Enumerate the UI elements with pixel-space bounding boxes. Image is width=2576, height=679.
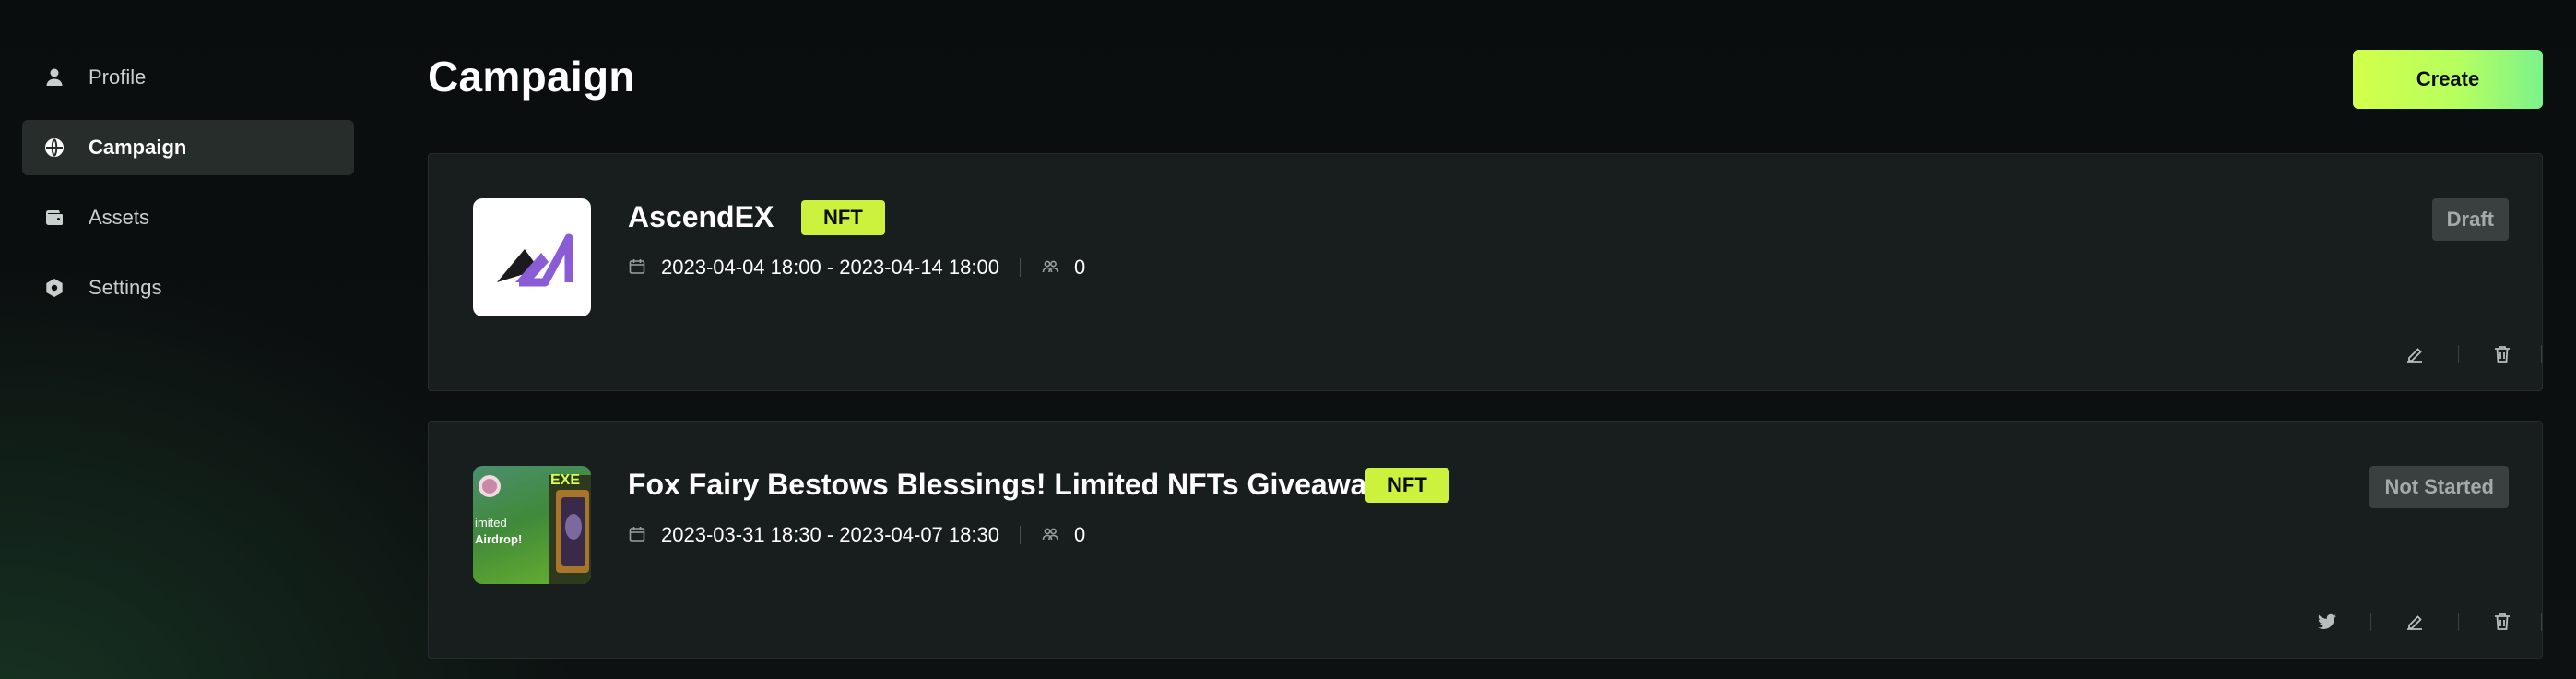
calendar-icon	[628, 525, 648, 545]
sidebar-item-label: Settings	[89, 276, 162, 299]
campaign-participants-count: 0	[1073, 523, 1086, 546]
card-actions	[2305, 606, 2542, 637]
divider	[2541, 345, 2542, 363]
divider	[1019, 526, 1021, 544]
campaign-date-range: 2023-04-04 18:00 - 2023-04-14 18:00	[661, 256, 999, 279]
sidebar-item-assets[interactable]: Assets	[22, 190, 354, 245]
divider	[2458, 345, 2459, 363]
status-badge: Not Started	[2369, 466, 2509, 508]
campaign-meta: 2023-03-31 18:30 - 2023-04-07 18:30 0	[628, 523, 1085, 547]
sidebar-item-label: Assets	[89, 206, 150, 229]
fox-fairy-airdrop-art: EXE imited Airdrop!	[475, 472, 591, 584]
page-title: Campaign	[428, 53, 635, 101]
divider	[2370, 613, 2371, 631]
card-actions	[2393, 339, 2542, 370]
delete-icon[interactable]	[2480, 339, 2524, 370]
twitter-icon[interactable]	[2305, 606, 2349, 637]
sidebar-item-label: Profile	[89, 66, 147, 89]
sidebar-item-settings[interactable]: Settings	[22, 260, 354, 316]
ascendex-logo	[497, 233, 573, 287]
campaign-thumbnail	[473, 198, 591, 316]
delete-icon[interactable]	[2480, 606, 2524, 637]
app-root: Profile Campaign Assets Settings Campaig…	[0, 0, 2576, 679]
edit-icon[interactable]	[2393, 606, 2437, 637]
sidebar-item-campaign[interactable]: Campaign	[22, 120, 354, 175]
svg-text:imited: imited	[475, 516, 507, 530]
user-icon	[42, 66, 66, 89]
globe-icon	[42, 136, 66, 160]
campaign-meta: 2023-04-04 18:00 - 2023-04-14 18:00 0	[628, 256, 1085, 280]
sidebar-item-label: Campaign	[89, 136, 187, 159]
wallet-icon	[42, 206, 66, 230]
campaign-title: Fox Fairy Bestows Blessings! Limited NFT…	[628, 468, 1393, 501]
campaign-title: AscendEX	[628, 200, 774, 233]
svg-text:Airdrop!: Airdrop!	[475, 532, 522, 546]
campaign-tag: NFT	[1365, 468, 1449, 503]
calendar-icon	[628, 257, 648, 278]
participants-icon	[1041, 257, 1061, 278]
divider	[1019, 258, 1021, 277]
campaign-thumbnail: EXE imited Airdrop!	[473, 466, 591, 584]
svg-text:EXE: EXE	[550, 472, 580, 488]
divider	[2541, 613, 2542, 631]
edit-icon[interactable]	[2393, 339, 2437, 370]
status-badge: Draft	[2431, 198, 2509, 241]
campaign-card[interactable]: EXE imited Airdrop! Fox Fairy Bestows Bl…	[428, 421, 2543, 659]
sidebar-item-profile[interactable]: Profile	[22, 50, 354, 105]
campaign-card[interactable]: AscendEX NFT 2023-04-04 18:00 - 2023-04-…	[428, 153, 2543, 391]
divider	[2458, 613, 2459, 631]
gear-icon	[42, 276, 66, 300]
campaign-participants-count: 0	[1073, 256, 1086, 279]
campaign-date-range: 2023-03-31 18:30 - 2023-04-07 18:30	[661, 523, 999, 546]
create-button[interactable]: Create	[2353, 50, 2543, 109]
sidebar: Profile Campaign Assets Settings	[22, 50, 354, 330]
campaign-tag: NFT	[801, 200, 885, 235]
participants-icon	[1041, 525, 1061, 545]
